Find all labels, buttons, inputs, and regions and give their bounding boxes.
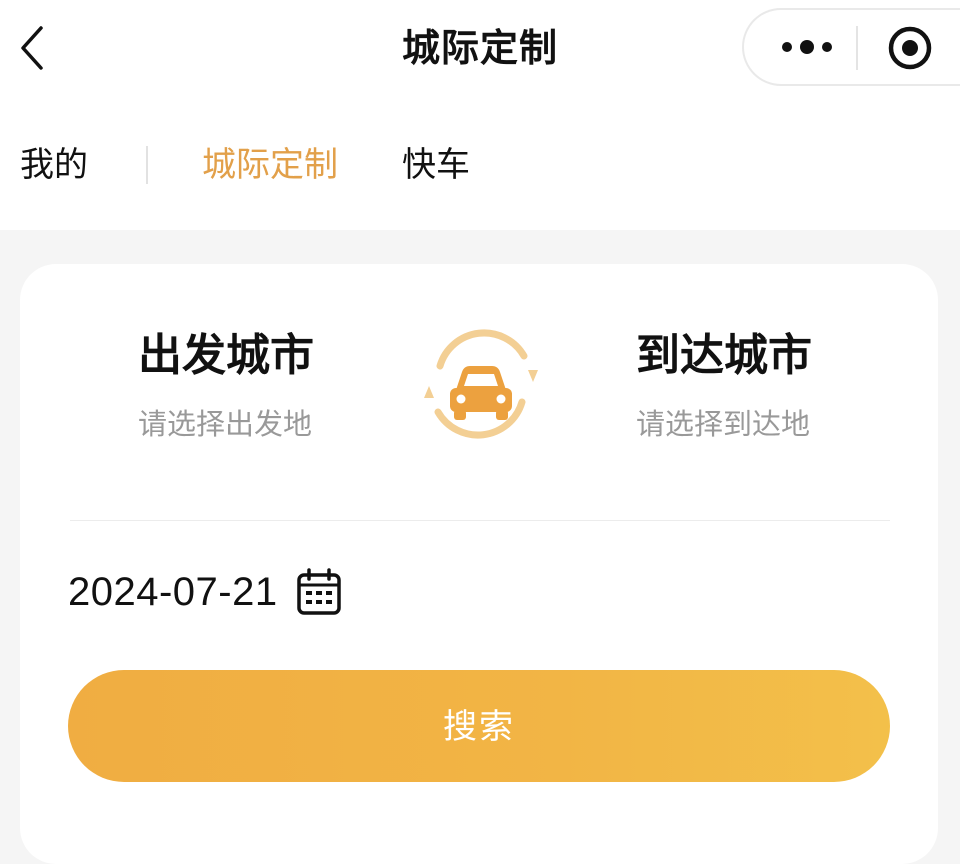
date-selector[interactable]: 2024-07-21 (68, 562, 342, 622)
departure-city-label: 出发城市 (138, 330, 314, 381)
target-close-icon (888, 26, 932, 70)
car-swap-icon (424, 329, 538, 439)
tab-bar: 我的 城际定制 快车 (0, 130, 960, 200)
more-button[interactable] (766, 10, 848, 84)
tab-divider (146, 146, 148, 184)
search-button[interactable]: 搜索 (68, 670, 890, 782)
close-button[interactable] (882, 20, 938, 76)
arrival-city-selector[interactable]: 到达城市 请选择到达地 (636, 326, 896, 444)
tab-express[interactable]: 快车 (402, 130, 470, 200)
capsule-divider (856, 26, 858, 70)
swap-cities-button[interactable] (416, 326, 546, 442)
arrival-city-label: 到达城市 (636, 330, 812, 381)
calendar-icon (296, 567, 342, 617)
travel-date: 2024-07-21 (68, 569, 278, 614)
booking-card: 出发城市 请选择出发地 到达城市 请选择到达地 2024-07-21 搜索 (20, 264, 938, 864)
tab-intercity-custom[interactable]: 城际定制 (202, 130, 338, 200)
top-navigation-bar: 城际定制 我的 城际定制 快车 (0, 0, 960, 230)
more-dots-icon (782, 40, 832, 54)
mini-program-capsule (742, 8, 960, 86)
card-divider (70, 520, 890, 521)
tab-mine[interactable]: 我的 (20, 130, 88, 200)
departure-city-selector[interactable]: 出发城市 请选择出发地 (138, 326, 398, 444)
departure-city-hint: 请选择出发地 (138, 407, 313, 441)
arrival-city-hint: 请选择到达地 (636, 407, 811, 441)
